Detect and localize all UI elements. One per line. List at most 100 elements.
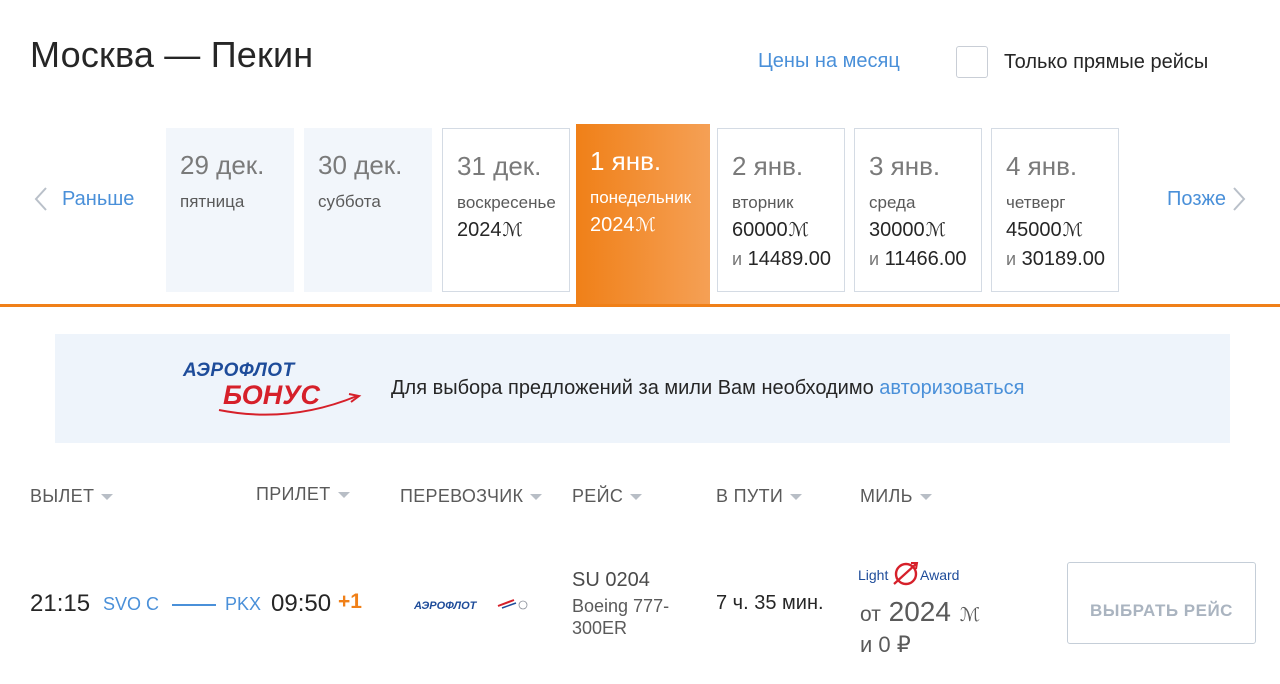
weekday-label: вторник (732, 193, 794, 212)
date-label: 30 дек. (318, 150, 403, 180)
date-card: 30 дек. суббота (304, 128, 432, 292)
and-label: и (1006, 249, 1017, 269)
sort-arrival[interactable]: ПРИЛЕТ (256, 484, 350, 505)
date-label: 4 янв. (1006, 151, 1078, 181)
departure-time: 21:15 (30, 590, 91, 617)
weekday-label: пятница (180, 192, 245, 211)
aeroflot-bonus-logo: АЭРОФЛОТ БОНУС (182, 360, 362, 416)
sort-caret-icon (337, 491, 350, 498)
flight-number: SU 0204 (572, 569, 650, 591)
tariff-left: Light (858, 567, 888, 583)
miles-price: 45000ℳ (1006, 219, 1118, 242)
sort-flight[interactable]: РЕЙС (572, 486, 643, 507)
and-label: и (869, 249, 880, 269)
miles-value: 60000 (732, 219, 788, 241)
sort-caret-icon (530, 493, 543, 500)
weekday-label: воскресенье (457, 193, 556, 212)
logo-line1: АЭРОФЛОТ (182, 360, 296, 381)
column-label: МИЛЬ (860, 486, 913, 506)
later-dates-button[interactable]: Позже (1167, 186, 1246, 212)
miles-value: 2024 (457, 219, 502, 241)
carrier-name: АЭРОФЛОТ (414, 600, 478, 612)
date-card[interactable]: 4 янв. четверг 45000ℳ и 30189.00 (991, 128, 1119, 292)
date-label: 2 янв. (732, 151, 804, 181)
chevron-right-icon (1233, 187, 1246, 211)
miles-value: 45000 (1006, 219, 1062, 241)
weekday-label: суббота (318, 192, 381, 211)
miles-icon: ℳ (925, 220, 946, 241)
miles-icon: ℳ (959, 605, 981, 626)
page-title: Москва — Пекин (30, 34, 314, 75)
rub-price: и 11466.00 (869, 248, 981, 271)
arrival-time: 09:50 (271, 590, 332, 617)
rub-value: 30189.00 (1021, 248, 1106, 270)
miles-value: 30000 (869, 219, 925, 241)
earlier-dates-button[interactable]: Раньше (34, 186, 134, 212)
weekday-label: понедельник (590, 188, 692, 207)
rub-price: и 14489.00 (732, 248, 844, 271)
earlier-label: Раньше (62, 187, 135, 210)
rub-value: 11466.00 (884, 248, 967, 270)
tariff-right: Award (920, 567, 959, 583)
sort-duration[interactable]: В ПУТИ (716, 486, 803, 507)
direct-flights-filter[interactable]: Только прямые рейсы (956, 46, 1208, 78)
miles-price: 2024ℳ (590, 214, 710, 237)
miles-price: 60000ℳ (732, 219, 844, 242)
sort-carrier[interactable]: ПЕРЕВОЗЧИК (400, 486, 543, 507)
aircraft-type: Boeing 777-300ER (572, 596, 670, 638)
miles-icon: ℳ (502, 220, 523, 241)
route-line (172, 604, 216, 606)
sort-caret-icon (630, 493, 643, 500)
rub-value: 14489.00 (747, 248, 832, 270)
date-label: 1 янв. (590, 146, 662, 176)
login-link[interactable]: авторизоваться (879, 377, 1024, 399)
date-card[interactable]: 31 дек. воскресенье 2024ℳ (442, 128, 570, 292)
later-label: Позже (1167, 187, 1226, 210)
and-label: и (732, 249, 743, 269)
month-prices-link[interactable]: Цены на месяц (758, 50, 900, 73)
miles-value: 2024 (590, 214, 635, 236)
date-label: 29 дек. (180, 150, 265, 180)
aeroflot-carrier-logo: АЭРОФЛОТ (414, 599, 528, 612)
bonus-message-text: Для выбора предложений за мили Вам необх… (391, 377, 880, 399)
price-miles-value: 2024 (888, 596, 951, 627)
rub-price: и 30189.00 (1006, 248, 1118, 271)
select-flight-button[interactable]: ВЫБРАТЬ РЕЙС (1067, 562, 1256, 644)
sort-caret-icon (101, 493, 114, 500)
date-card[interactable]: 1 янв. понедельник 2024ℳ (576, 124, 710, 306)
miles-icon: ℳ (788, 220, 809, 241)
date-card[interactable]: 2 янв. вторник 60000ℳ и 14489.00 (717, 128, 845, 292)
date-card: 29 дек. пятница (166, 128, 294, 292)
miles-price: 30000ℳ (869, 219, 981, 242)
sort-caret-icon (790, 493, 803, 500)
price-prefix: от (860, 603, 881, 626)
arrival-airport[interactable]: PKX (225, 594, 261, 615)
light-award-tariff-logo: Light Award (858, 562, 959, 586)
bonus-message: Для выбора предложений за мили Вам необх… (391, 377, 1025, 400)
column-label: ВЫЛЕТ (30, 486, 95, 506)
logo-line2: БОНУС (223, 380, 321, 410)
direct-flights-label[interactable]: Только прямые рейсы (1004, 51, 1208, 74)
next-day-badge: +1 (338, 590, 362, 613)
sort-caret-icon (919, 493, 932, 500)
price-rub: и 0 ₽ (860, 632, 911, 657)
date-label: 3 янв. (869, 151, 941, 181)
date-card[interactable]: 3 янв. среда 30000ℳ и 11466.00 (854, 128, 982, 292)
flight-row: 21:15 SVO C PKX 09:50 +1 АЭРОФЛОТ SU 020… (0, 540, 1280, 670)
miles-price: 2024ℳ (457, 219, 569, 242)
sort-miles[interactable]: МИЛЬ (860, 486, 932, 507)
miles-icon: ℳ (1062, 220, 1083, 241)
column-label: ПРИЛЕТ (256, 484, 331, 504)
direct-flights-checkbox[interactable] (956, 46, 988, 78)
column-label: ПЕРЕВОЗЧИК (400, 486, 524, 506)
departure-airport[interactable]: SVO C (103, 594, 159, 615)
price-miles: от 2024 ℳ (860, 596, 980, 628)
date-label: 31 дек. (457, 151, 542, 181)
weekday-label: среда (869, 193, 916, 212)
chevron-left-icon (34, 187, 47, 211)
selected-date-underline (0, 304, 1280, 307)
miles-icon: ℳ (635, 215, 656, 236)
column-label: РЕЙС (572, 486, 624, 506)
column-label: В ПУТИ (716, 486, 784, 506)
sort-departure[interactable]: ВЫЛЕТ (30, 486, 114, 507)
